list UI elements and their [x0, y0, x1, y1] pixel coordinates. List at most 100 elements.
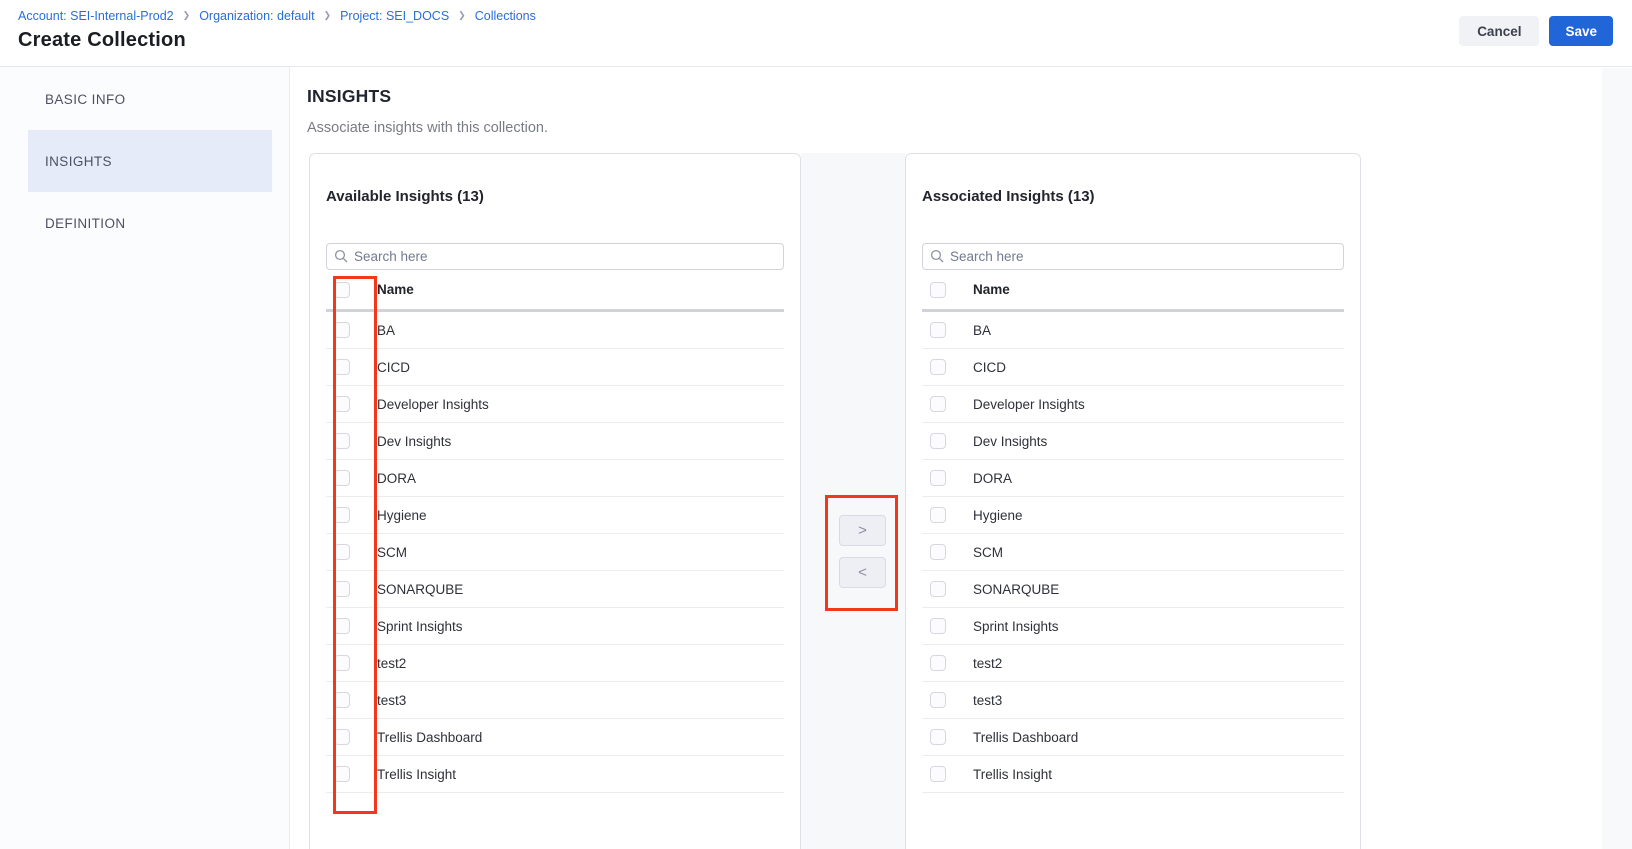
- row-checkbox[interactable]: [334, 692, 350, 708]
- insights-transfer-widget: Available Insights (13) Name: [309, 153, 1632, 849]
- row-checkbox[interactable]: [930, 544, 946, 560]
- breadcrumb-project-link[interactable]: Project: SEI_DOCS: [340, 9, 449, 23]
- breadcrumb-account-link[interactable]: Account: SEI-Internal-Prod2: [18, 9, 174, 23]
- row-checkbox[interactable]: [334, 544, 350, 560]
- associated-table-body: BA CICD Developer Insights: [922, 312, 1344, 793]
- breadcrumb: Account: SEI-Internal-Prod2 ❯ Organizati…: [18, 9, 536, 23]
- name-column-header: Name: [377, 282, 414, 297]
- row-checkbox[interactable]: [930, 470, 946, 486]
- transfer-column: > <: [801, 153, 905, 849]
- table-row: test3: [326, 682, 784, 719]
- table-row: Hygiene: [326, 497, 784, 534]
- sidebar-item-insights[interactable]: INSIGHTS: [28, 130, 272, 192]
- row-checkbox[interactable]: [334, 618, 350, 634]
- page-title: Create Collection: [18, 29, 536, 52]
- scrollbar-track[interactable]: [1602, 68, 1632, 849]
- row-checkbox[interactable]: [930, 655, 946, 671]
- table-row: Sprint Insights: [326, 608, 784, 645]
- insight-name: BA: [377, 323, 395, 338]
- table-row: Trellis Dashboard: [326, 719, 784, 756]
- row-checkbox[interactable]: [930, 581, 946, 597]
- table-row: Developer Insights: [326, 386, 784, 423]
- available-panel-title: Available Insights (13): [326, 154, 784, 208]
- select-all-checkbox[interactable]: [930, 282, 946, 298]
- sidebar: BASIC INFO INSIGHTS DEFINITION: [0, 67, 290, 849]
- row-checkbox[interactable]: [930, 766, 946, 782]
- row-checkbox[interactable]: [930, 359, 946, 375]
- table-row: Developer Insights: [922, 386, 1344, 423]
- table-row: test2: [922, 645, 1344, 682]
- cancel-button[interactable]: Cancel: [1459, 16, 1539, 46]
- insight-name: test2: [973, 656, 1002, 671]
- row-checkbox[interactable]: [334, 433, 350, 449]
- insight-name: SONARQUBE: [973, 582, 1059, 597]
- row-checkbox[interactable]: [930, 692, 946, 708]
- available-search-input[interactable]: [326, 243, 784, 270]
- row-checkbox[interactable]: [930, 729, 946, 745]
- move-right-button[interactable]: >: [839, 515, 886, 546]
- row-checkbox[interactable]: [930, 433, 946, 449]
- table-row: Trellis Insight: [326, 756, 784, 793]
- insight-name: CICD: [973, 360, 1006, 375]
- available-table-header: Name: [326, 270, 784, 312]
- table-row: test2: [326, 645, 784, 682]
- insight-name: SONARQUBE: [377, 582, 463, 597]
- insight-name: test3: [377, 693, 406, 708]
- table-row: Hygiene: [922, 497, 1344, 534]
- table-row: DORA: [326, 460, 784, 497]
- row-checkbox[interactable]: [334, 470, 350, 486]
- sidebar-item-basic-info[interactable]: BASIC INFO: [28, 68, 272, 130]
- table-row: test3: [922, 682, 1344, 719]
- insight-name: Trellis Dashboard: [973, 730, 1078, 745]
- table-row: Dev Insights: [326, 423, 784, 460]
- table-row: SCM: [922, 534, 1344, 571]
- sidebar-item-definition[interactable]: DEFINITION: [28, 192, 272, 254]
- table-row: CICD: [922, 349, 1344, 386]
- insight-name: Trellis Insight: [377, 767, 456, 782]
- search-icon: [930, 249, 944, 263]
- insight-name: Sprint Insights: [973, 619, 1059, 634]
- breadcrumb-organization-link[interactable]: Organization: default: [199, 9, 314, 23]
- main-layout: BASIC INFO INSIGHTS DEFINITION INSIGHTS …: [0, 67, 1632, 849]
- table-row: Dev Insights: [922, 423, 1344, 460]
- row-checkbox[interactable]: [930, 507, 946, 523]
- breadcrumb-collections-link[interactable]: Collections: [475, 9, 536, 23]
- name-column-header: Name: [973, 282, 1010, 297]
- annotation-transfer-buttons: [825, 495, 898, 611]
- insight-name: Dev Insights: [973, 434, 1047, 449]
- table-row: BA: [326, 312, 784, 349]
- row-checkbox[interactable]: [930, 396, 946, 412]
- row-checkbox[interactable]: [334, 507, 350, 523]
- insight-name: SCM: [973, 545, 1003, 560]
- row-checkbox[interactable]: [334, 322, 350, 338]
- insight-name: Sprint Insights: [377, 619, 463, 634]
- available-insights-panel: Available Insights (13) Name: [309, 153, 801, 849]
- select-all-checkbox[interactable]: [334, 282, 350, 298]
- search-icon: [334, 249, 348, 263]
- row-checkbox[interactable]: [334, 581, 350, 597]
- page-header: Account: SEI-Internal-Prod2 ❯ Organizati…: [0, 0, 1632, 67]
- row-checkbox[interactable]: [334, 655, 350, 671]
- row-checkbox[interactable]: [930, 322, 946, 338]
- insight-name: test2: [377, 656, 406, 671]
- associated-table-header: Name: [922, 270, 1344, 312]
- content-area: INSIGHTS Associate insights with this co…: [290, 67, 1632, 849]
- move-left-button[interactable]: <: [839, 557, 886, 588]
- save-button[interactable]: Save: [1549, 16, 1613, 46]
- insight-name: test3: [973, 693, 1002, 708]
- row-checkbox[interactable]: [334, 729, 350, 745]
- insight-name: DORA: [973, 471, 1012, 486]
- table-row: Sprint Insights: [922, 608, 1344, 645]
- insight-name: Trellis Dashboard: [377, 730, 482, 745]
- insight-name: SCM: [377, 545, 407, 560]
- row-checkbox[interactable]: [334, 766, 350, 782]
- row-checkbox[interactable]: [334, 359, 350, 375]
- row-checkbox[interactable]: [930, 618, 946, 634]
- section-heading: INSIGHTS: [307, 86, 1632, 107]
- row-checkbox[interactable]: [334, 396, 350, 412]
- associated-panel-title: Associated Insights (13): [922, 154, 1344, 208]
- section-subheading: Associate insights with this collection.: [307, 120, 1632, 136]
- chevron-right-icon: ❯: [458, 8, 466, 22]
- associated-search-input[interactable]: [922, 243, 1344, 270]
- insight-name: DORA: [377, 471, 416, 486]
